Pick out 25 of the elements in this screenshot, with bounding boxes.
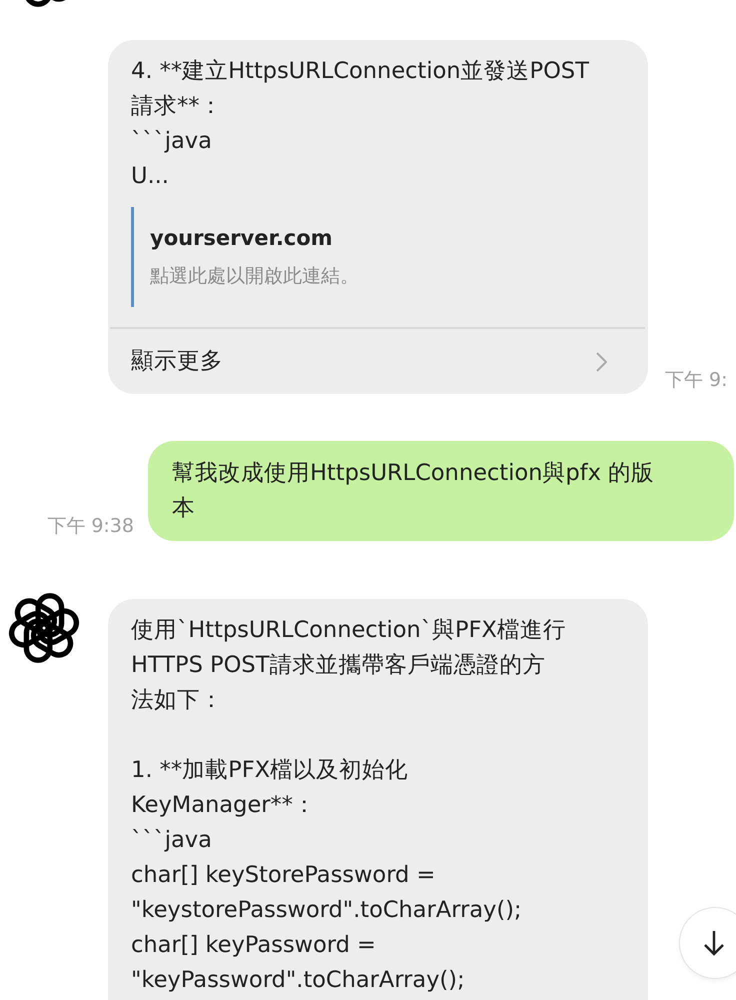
- message-text-line: HTTPS POST請求並攜帶客戶端憑證的方: [131, 651, 546, 680]
- link-title: yourserver.com: [150, 225, 334, 252]
- message-text-line: ```java: [131, 127, 213, 156]
- message-text-line: 本: [172, 494, 196, 523]
- message-text-line: 法如下：: [131, 686, 224, 715]
- message-text-line: 請求**：: [131, 92, 224, 121]
- scroll-down-button[interactable]: [680, 908, 736, 978]
- message-text-line: "keyPassword".toCharArray();: [131, 966, 466, 995]
- message-text-line: 使用`HttpsURLConnection`與PFX檔進行: [131, 616, 567, 645]
- message-text-line: 幫我改成使用HttpsURLConnection與pfx 的版: [172, 459, 656, 488]
- message-text-line: 4. **建立HttpsURLConnection並發送POST: [131, 57, 590, 86]
- message-time: 下午 9:: [665, 368, 728, 392]
- link-preview-card[interactable]: yourserver.com 點選此處以開啟此連結。: [131, 207, 626, 307]
- message-text-line: char[] keyStorePassword =: [131, 861, 436, 890]
- chevron-right-icon: [596, 352, 607, 372]
- message-text-line: U...: [131, 162, 170, 191]
- message-text-line: 1. **加載PFX檔以及初始化: [131, 756, 410, 785]
- message-text-line: char[] keyPassword =: [131, 931, 377, 960]
- link-subtitle: 點選此處以開啟此連結。: [150, 264, 360, 289]
- arrow-down-icon: [702, 930, 724, 956]
- message-time: 下午 9:38: [47, 514, 134, 538]
- message-text-line: ```java: [131, 826, 213, 855]
- message-text-line: KeyManager**：: [131, 791, 317, 820]
- show-more-button[interactable]: 顯示更多: [110, 327, 645, 394]
- message-text-line: "keystorePassword".toCharArray();: [131, 896, 523, 925]
